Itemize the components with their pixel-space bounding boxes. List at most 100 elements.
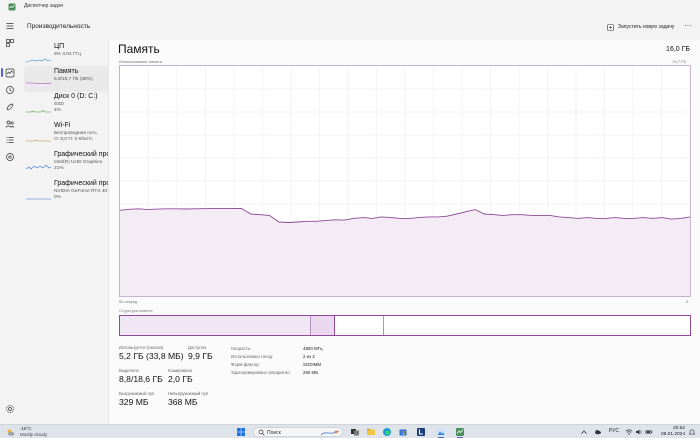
volume-icon[interactable]: [635, 428, 643, 436]
battery-icon[interactable]: [645, 428, 653, 436]
memory-usage-label: Использование памяти: [119, 59, 163, 64]
memory-stats: Используется (сжатая) 5,2 ГБ (33,8 МБ) Д…: [119, 345, 519, 423]
run-new-task-label: Запустить новую задачу: [618, 24, 675, 30]
time-axis-end: 0: [685, 299, 688, 304]
search-icon: [258, 429, 265, 436]
resource-item-wifi[interactable]: Wi-Fi Беспроводная сеть О: 8,0 П: 0 Кбит…: [24, 120, 108, 146]
memory-composition-bar: [119, 315, 691, 336]
resource-name: ЦП: [54, 43, 65, 50]
lens-app-icon[interactable]: [416, 427, 426, 437]
navigation-rail: [0, 14, 20, 424]
hamburger-menu-icon[interactable]: [5, 21, 15, 31]
resource-item-disk[interactable]: Диск 0 (D: C:) SSD 4%: [24, 91, 108, 117]
stat-available: Доступно 9,9 ГБ: [188, 345, 213, 361]
cpu-thumbnail: [25, 58, 52, 63]
window-title: Диспетчер задач: [24, 3, 64, 9]
composition-free[interactable]: [384, 316, 690, 335]
composition-in-use[interactable]: [120, 316, 311, 335]
photo-app-icon[interactable]: [436, 427, 446, 437]
wifi-thumbnail: [26, 139, 51, 142]
file-explorer-icon[interactable]: [366, 427, 376, 437]
more-options-button[interactable]: ···: [682, 21, 694, 33]
selection-indicator: [1, 68, 3, 77]
spec-slots: Использовано гнезд: 2 из 2: [231, 354, 315, 359]
details-icon[interactable]: [5, 135, 15, 145]
run-new-task-button[interactable]: Запустить новую задачу: [607, 21, 674, 33]
taskbar-search[interactable]: Поиск: [253, 427, 343, 437]
memory-structure-label: Структура памяти: [119, 308, 153, 313]
resource-detail: 0%: [54, 195, 61, 200]
resource-name: Графический прс: [54, 151, 110, 158]
resource-detail: 4%: [54, 108, 61, 113]
task-manager-taskbar-icon[interactable]: [455, 427, 465, 437]
composition-modified[interactable]: [311, 316, 335, 335]
taskbar: -16°C Mostly cloudy Поиск РУС 20:52 08.0…: [0, 424, 700, 438]
gpu-thumbnail: [26, 198, 51, 200]
app-history-icon[interactable]: [5, 85, 15, 95]
resource-detail: 21%: [54, 166, 64, 171]
resource-item-gpu-1[interactable]: Графический прс NVIDIA GeForce RTX 40 0%: [24, 178, 110, 204]
task-view-icon[interactable]: [350, 427, 360, 437]
spec-speed: Скорость: 4800 МГц: [231, 346, 323, 351]
stat-paged-pool: Выгружаемый пул 329 МБ: [119, 391, 155, 407]
resource-list: ЦП 8% 3,04 ГГц Память 5,9/15,7 ГБ (38%) …: [20, 40, 110, 424]
stat-in-use: Используется (сжатая) 5,2 ГБ (33,8 МБ): [119, 345, 184, 361]
resource-detail: О: 8,0 П: 0 Кбит/с: [54, 137, 93, 142]
processes-icon[interactable]: [5, 38, 15, 48]
resource-detail: 5,9/15,7 ГБ (38%): [54, 77, 93, 82]
store-icon[interactable]: [398, 427, 408, 437]
resource-item-gpu-0[interactable]: Графический прс Intel(R) UHD Graphics 21…: [24, 149, 110, 175]
resource-name: Память: [54, 68, 79, 75]
spec-form-factor: Форм-фактор: SODIMM: [231, 362, 322, 367]
cloudy-weather-icon: [7, 429, 15, 436]
stat-committed: Выделено 8,8/18,6 ГБ: [119, 368, 163, 384]
memory-thumbnail: [26, 82, 52, 87]
memory-specs: Скорость: 4800 МГц Использовано гнезд: 2 и…: [231, 346, 371, 378]
stat-cached: Кэшировано 2,0 ГБ: [168, 368, 193, 384]
memory-panel: Память 16,0 ГБ Использование памяти 15,7…: [108, 40, 700, 424]
search-placeholder: Поиск: [267, 430, 281, 436]
performance-icon[interactable]: [5, 68, 15, 78]
memory-usage-chart: [120, 66, 690, 296]
memory-total: 16,0 ГБ: [666, 46, 690, 53]
run-task-icon: [607, 23, 614, 31]
time-axis-start: 60 секунд: [119, 299, 138, 304]
composition-standby[interactable]: [335, 316, 384, 335]
memory-usage-area: [120, 208, 690, 296]
wifi-icon[interactable]: [625, 428, 633, 436]
resource-detail: Intel(R) UHD Graphics: [54, 160, 102, 165]
services-icon[interactable]: [5, 152, 15, 162]
clock-time: 20:52: [672, 426, 685, 431]
title-bar: Диспетчер задач: [0, 0, 700, 14]
gpu-thumbnail: [25, 164, 52, 170]
resource-detail: SSD: [54, 102, 64, 107]
task-manager-icon: [8, 3, 16, 11]
start-windows-icon[interactable]: [236, 427, 246, 437]
resource-item-memory[interactable]: Память 5,9/15,7 ГБ (38%): [24, 66, 108, 92]
stat-nonpaged-pool: Невыгружаемый пул 368 МБ: [168, 391, 209, 407]
chevron-up-icon[interactable]: [580, 428, 588, 436]
weather-temperature: -16°C: [20, 426, 32, 431]
startup-apps-icon[interactable]: [5, 102, 15, 112]
disk-thumbnail: [26, 110, 51, 113]
language-indicator[interactable]: РУС: [609, 428, 619, 434]
system-clock[interactable]: 20:52 08.01.2024: [657, 426, 685, 437]
spec-reserved: Зарезервировано аппаратно: 260 МБ: [231, 370, 319, 375]
page-header: Производительность Запустить новую задач…: [20, 14, 700, 40]
users-icon[interactable]: [5, 119, 15, 129]
resource-name: Wi-Fi: [54, 122, 71, 129]
settings-gear-icon[interactable]: [5, 404, 15, 414]
notification-bell-icon[interactable]: [688, 428, 696, 436]
resource-detail: 8% 3,04 ГГц: [54, 52, 81, 57]
resource-name: Диск 0 (D: C:): [54, 93, 98, 100]
weather-condition: Mostly cloudy: [20, 432, 48, 437]
resource-detail: NVIDIA GeForce RTX 40: [54, 189, 108, 194]
resource-item-cpu[interactable]: ЦП 8% 3,04 ГГц: [24, 41, 108, 67]
memory-title: Память: [118, 42, 160, 56]
memory-max-label: 15,7 ГБ: [672, 59, 686, 64]
edge-browser-icon[interactable]: [382, 427, 392, 437]
clock-date: 08.01.2024: [660, 432, 685, 437]
cloud-sync-icon[interactable]: [594, 428, 602, 436]
search-highlight-icon: [320, 430, 340, 436]
memory-usage-graph: [119, 65, 691, 297]
